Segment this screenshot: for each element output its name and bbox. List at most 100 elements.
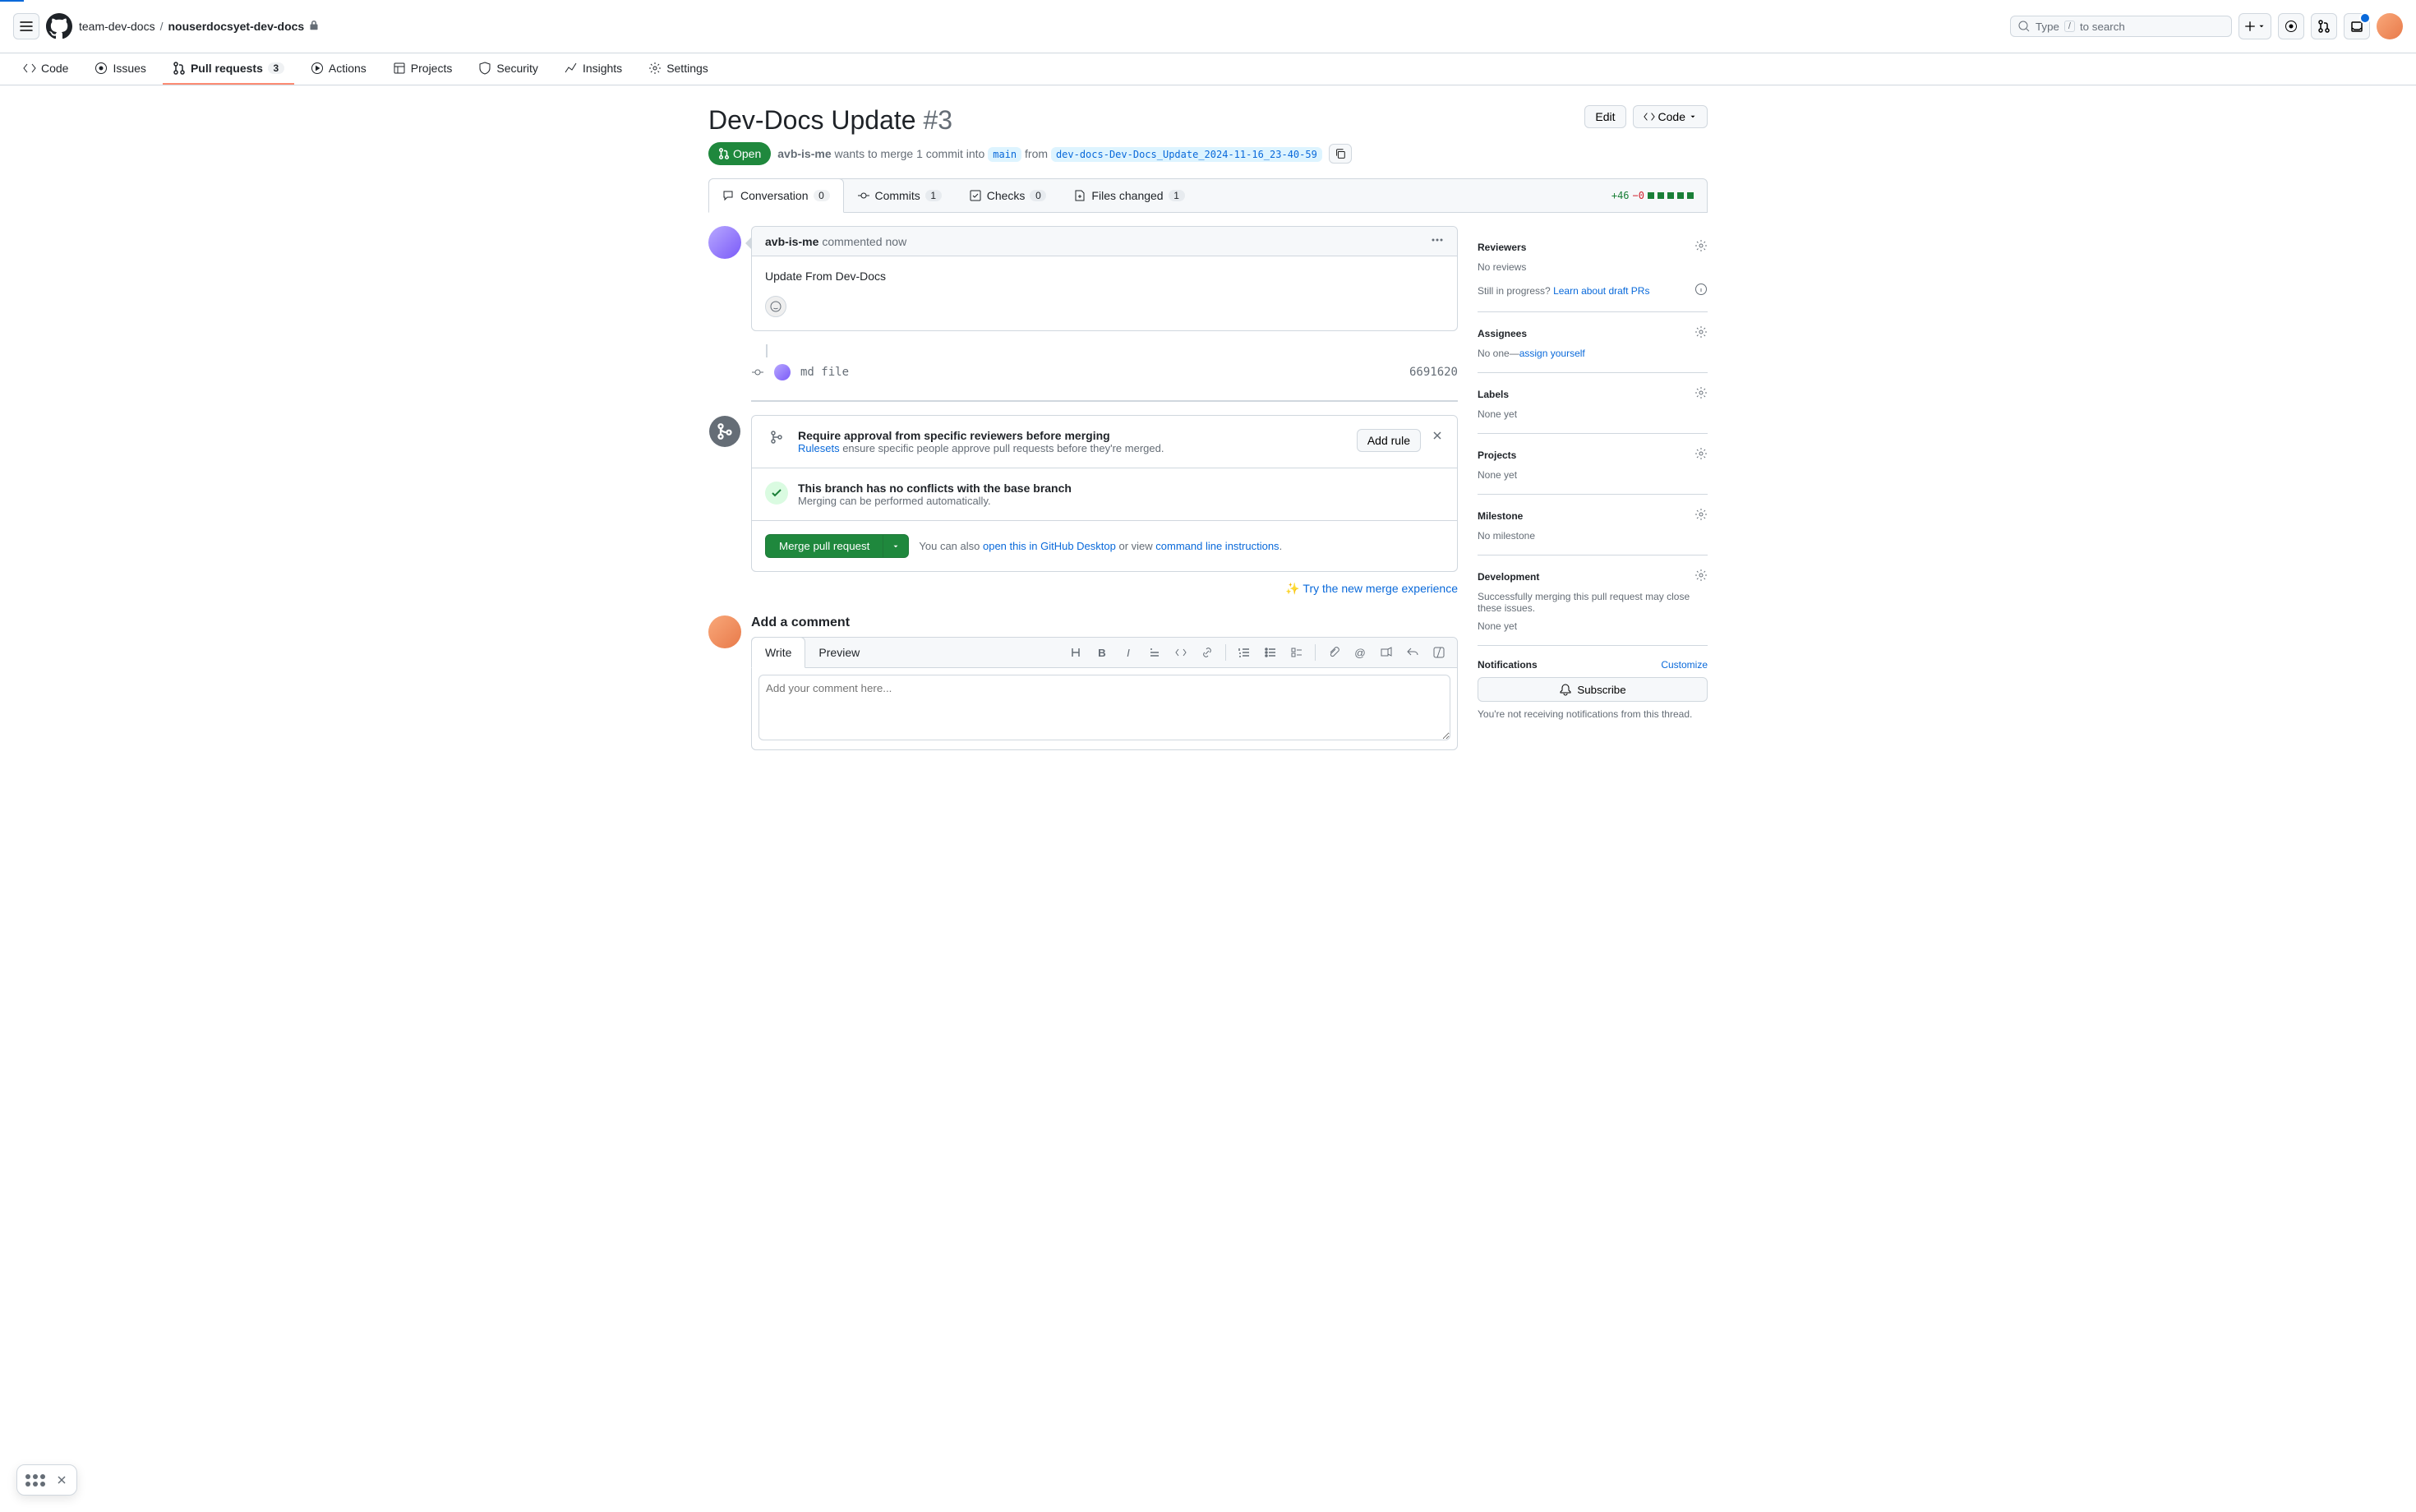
heading-icon [1069,646,1082,659]
dismiss-ruleset-button[interactable] [1431,429,1444,445]
check-circle-icon [765,482,788,505]
tab-conversation[interactable]: Conversation 0 [708,178,844,213]
nav-settings[interactable]: Settings [639,53,718,85]
sidebar-reviewers-header[interactable]: Reviewers [1478,239,1708,255]
floating-handle[interactable] [16,1464,77,1496]
tab-commits[interactable]: Commits 1 [844,179,956,212]
rulesets-link[interactable]: Rulesets [798,442,840,454]
sidebar-milestone-header[interactable]: Milestone [1478,508,1708,523]
comment-author-link[interactable]: avb-is-me [765,235,818,248]
comment-menu-button[interactable] [1431,233,1444,249]
hamburger-icon [20,20,33,33]
italic-button[interactable]: I [1117,641,1140,664]
nav-projects[interactable]: Projects [383,53,463,85]
write-tab[interactable]: Write [751,637,805,668]
nav-insights-label: Insights [583,62,622,75]
base-branch[interactable]: main [988,147,1021,162]
nav-actions[interactable]: Actions [301,53,376,85]
gear-icon [648,62,662,75]
breadcrumb-repo[interactable]: nouserdocsyet-dev-docs [168,20,304,33]
cli-instructions-link[interactable]: command line instructions [1155,540,1279,552]
heading-button[interactable] [1064,641,1087,664]
draft-progress-text: Still in progress? [1478,285,1551,297]
merge-pull-request-button[interactable]: Merge pull request [765,534,883,558]
merge-status-section: This branch has no conflicts with the ba… [752,468,1457,521]
commit-author-avatar[interactable] [774,364,791,380]
pr-header: Dev-Docs Update #3 Edit Code [708,105,1708,136]
reference-button[interactable] [1375,641,1398,664]
code-button[interactable] [1169,641,1192,664]
assign-yourself-link[interactable]: assign yourself [1519,348,1585,359]
comment-timestamp[interactable]: now [886,235,907,248]
code-dropdown-button[interactable]: Code [1633,105,1708,128]
tab-files-label: Files changed [1091,189,1163,202]
comment-author-avatar[interactable] [708,226,741,259]
table-icon [393,62,406,75]
unordered-list-button[interactable] [1259,641,1282,664]
merge-options-button[interactable] [883,534,909,558]
reply-button[interactable] [1401,641,1424,664]
commit-sha[interactable]: 6691620 [1409,366,1458,379]
comment-editor: Write Preview B I [751,637,1458,750]
tab-checks-label: Checks [987,189,1026,202]
current-user-avatar[interactable] [708,615,741,648]
search-hint: to search [2080,21,2125,33]
mention-button[interactable]: @ [1349,641,1372,664]
search-input[interactable]: Type / to search [2010,16,2232,37]
quote-button[interactable] [1143,641,1166,664]
preview-tab[interactable]: Preview [805,638,873,667]
tab-commits-count: 1 [925,190,942,201]
nav-pull-requests[interactable]: Pull requests 3 [163,53,294,85]
toolbar-divider [1225,644,1226,661]
pr-author[interactable]: avb-is-me [777,147,831,160]
tab-files[interactable]: Files changed 1 [1060,179,1198,212]
nav-issues[interactable]: Issues [85,53,155,85]
search-icon [2017,20,2031,33]
pull-requests-button[interactable] [2311,13,2337,39]
tab-checks[interactable]: Checks 0 [956,179,1061,212]
copy-branch-button[interactable] [1329,144,1352,164]
create-new-button[interactable] [2238,13,2271,39]
nav-security[interactable]: Security [468,53,548,85]
hamburger-menu-button[interactable] [13,13,39,39]
head-branch[interactable]: dev-docs-Dev-Docs_Update_2024-11-16_23-4… [1051,147,1322,162]
sidebar-development-none: None yet [1478,620,1708,632]
bold-button[interactable]: B [1090,641,1113,664]
nav-insights[interactable]: Insights [555,53,632,85]
notifications-button[interactable] [2344,13,2370,39]
x-icon[interactable] [55,1473,68,1487]
github-logo[interactable] [46,13,72,39]
sidebar-development-header[interactable]: Development [1478,569,1708,584]
link-button[interactable] [1196,641,1219,664]
user-avatar[interactable] [2377,13,2403,39]
commit-message[interactable]: md file [800,366,849,379]
sidebar-labels-header[interactable]: Labels [1478,386,1708,402]
breadcrumb-org[interactable]: team-dev-docs [79,20,155,33]
slash-commands-button[interactable] [1427,641,1450,664]
subscribe-button[interactable]: Subscribe [1478,677,1708,702]
nav-code[interactable]: Code [13,53,78,85]
task-list-button[interactable] [1285,641,1308,664]
list-ordered-icon [1238,646,1251,659]
add-rule-button[interactable]: Add rule [1357,429,1421,452]
git-pull-request-icon [718,148,730,159]
try-new-link[interactable]: Try the new merge experience [1303,582,1458,595]
open-desktop-link[interactable]: open this in GitHub Desktop [983,540,1116,552]
topbar-right [2238,13,2403,39]
sidebar-assignees-header[interactable]: Assignees [1478,325,1708,341]
add-reaction-button[interactable] [765,296,786,317]
customize-link[interactable]: Customize [1661,659,1708,671]
info-icon[interactable] [1694,283,1708,298]
learn-draft-link[interactable]: Learn about draft PRs [1553,285,1649,297]
sidebar-projects-header[interactable]: Projects [1478,447,1708,463]
sidebar-labels-title: Labels [1478,389,1509,400]
sidebar-milestone-title: Milestone [1478,510,1523,522]
ordered-list-button[interactable] [1233,641,1256,664]
issues-button[interactable] [2278,13,2304,39]
comment-textarea[interactable] [758,675,1450,740]
edit-button[interactable]: Edit [1584,105,1625,128]
attach-button[interactable] [1322,641,1345,664]
gear-icon [1694,569,1708,584]
sidebar-milestone: Milestone No milestone [1478,495,1708,555]
diff-box-icon [1687,192,1694,199]
